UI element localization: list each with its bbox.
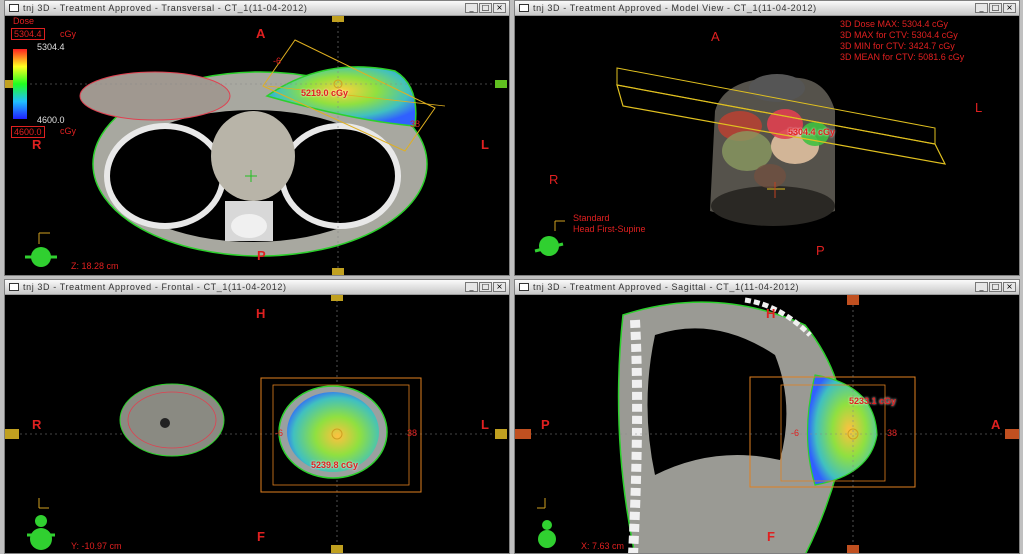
orient-top: H — [256, 306, 266, 321]
window-title: tnj 3D - Treatment Approved - Sagittal -… — [533, 282, 800, 292]
orient-bottom: F — [257, 529, 265, 544]
maximize-button[interactable]: □ — [989, 282, 1002, 292]
maximize-button[interactable]: □ — [479, 3, 492, 13]
stat-ctv-mean: 3D MEAN for CTV: 5081.6 cGy — [840, 52, 965, 62]
minimize-button[interactable]: _ — [975, 282, 988, 292]
sagittal-ct-image — [515, 295, 1019, 553]
frontal-titlebar[interactable]: tnj 3D - Treatment Approved - Frontal - … — [5, 280, 509, 295]
scale-max: 5304.4 — [37, 42, 65, 52]
window-title: tnj 3D - Treatment Approved - Transversa… — [23, 3, 308, 13]
transversal-view[interactable]: Dose 5304.4 cGy 5304.4 4600.0 4600.0 cGy… — [5, 16, 509, 275]
patient-orientation-icon — [30, 528, 52, 550]
orient-bottom: P — [816, 243, 825, 258]
patient-position: Standard Head First-Supine — [573, 213, 646, 235]
sagittal-window[interactable]: tnj 3D - Treatment Approved - Sagittal -… — [514, 279, 1020, 554]
window-icon — [519, 4, 529, 12]
dose-min-value: 4600.0 — [14, 127, 42, 137]
beam-label-1: -6 — [791, 428, 800, 438]
maximize-button[interactable]: □ — [479, 282, 492, 292]
orient-left: R — [549, 172, 559, 187]
slice-position: Z: 18.28 cm — [71, 261, 119, 271]
beam-label-1: -6 — [273, 56, 282, 66]
window-title: tnj 3D - Treatment Approved - Model View… — [533, 3, 817, 13]
point-dose-label: 5219.0 cGy — [301, 88, 349, 98]
dose-title: Dose — [13, 16, 35, 26]
close-button[interactable]: × — [1003, 282, 1016, 292]
orient-right: L — [481, 417, 489, 432]
orient-left: R — [32, 137, 42, 152]
window-icon — [9, 4, 19, 12]
orient-top: A — [256, 26, 266, 41]
stat-ctv-max: 3D MAX for CTV: 5304.4 cGy — [840, 30, 958, 40]
sagittal-titlebar[interactable]: tnj 3D - Treatment Approved - Sagittal -… — [515, 280, 1019, 295]
dose-min-unit: cGy — [60, 126, 77, 136]
orient-left: R — [32, 417, 42, 432]
maximize-button[interactable]: □ — [989, 3, 1002, 13]
slice-position: Y: -10.97 cm — [71, 541, 122, 551]
orient-bottom: P — [257, 248, 266, 263]
window-title: tnj 3D - Treatment Approved - Frontal - … — [23, 282, 287, 292]
frontal-view[interactable]: H F R L 5239.8 cGy -6 38 Y: -10.97 cm — [5, 295, 509, 553]
beam-label-2: 38 — [410, 119, 421, 129]
stat-ctv-min: 3D MIN for CTV: 3424.7 cGy — [840, 41, 955, 51]
position-standard: Standard — [573, 213, 610, 223]
window-icon — [9, 283, 19, 291]
orient-left: P — [541, 417, 550, 432]
beam-label-2: 38 — [887, 428, 898, 438]
model-view-window[interactable]: tnj 3D - Treatment Approved - Model View… — [514, 0, 1020, 276]
scale-min: 4600.0 — [37, 115, 65, 125]
orient-top: A — [711, 29, 720, 44]
frontal-window[interactable]: tnj 3D - Treatment Approved - Frontal - … — [4, 279, 510, 554]
point-dose-label: 5239.8 cGy — [311, 460, 359, 470]
window-icon — [519, 283, 529, 291]
position-head-first-supine: Head First-Supine — [573, 224, 646, 234]
dose-max-box: 5304.4 — [11, 28, 45, 40]
sagittal-view[interactable]: H F P A 5233.1 cGy -6 38 X: 7.63 cm — [515, 295, 1019, 553]
dose-max-value: 5304.4 — [14, 29, 42, 39]
orient-right: A — [991, 417, 1001, 432]
dose-max-unit: cGy — [60, 29, 77, 39]
orient-bottom: F — [767, 529, 775, 544]
minimize-button[interactable]: _ — [465, 282, 478, 292]
orient-right: L — [975, 100, 983, 115]
point-dose-label: 5233.1 cGy — [849, 396, 897, 406]
orient-top: H — [766, 306, 776, 321]
model-titlebar[interactable]: tnj 3D - Treatment Approved - Model View… — [515, 1, 1019, 16]
transversal-ct-image — [5, 16, 509, 275]
close-button[interactable]: × — [493, 3, 506, 13]
point-dose-label: 5304.4 cGy — [788, 127, 836, 137]
frontal-ct-image — [5, 295, 509, 553]
beam-label-1: -6 — [275, 428, 284, 438]
beam-label-2: 38 — [407, 428, 418, 438]
minimize-button[interactable]: _ — [975, 3, 988, 13]
dose-colorbar — [13, 49, 27, 119]
stat-dose-max: 3D Dose MAX: 5304.4 cGy — [840, 19, 949, 29]
minimize-button[interactable]: _ — [465, 3, 478, 13]
dose-stats: 3D Dose MAX: 5304.4 cGy 3D MAX for CTV: … — [840, 19, 964, 63]
transversal-titlebar[interactable]: tnj 3D - Treatment Approved - Transversa… — [5, 1, 509, 16]
close-button[interactable]: × — [1003, 3, 1016, 13]
slice-position: X: 7.63 cm — [581, 541, 625, 551]
patient-orientation-icon — [538, 530, 556, 548]
close-button[interactable]: × — [493, 282, 506, 292]
model-view[interactable]: 3D Dose MAX: 5304.4 cGy 3D MAX for CTV: … — [515, 16, 1019, 275]
orient-right: L — [481, 137, 489, 152]
transversal-window[interactable]: tnj 3D - Treatment Approved - Transversa… — [4, 0, 510, 276]
